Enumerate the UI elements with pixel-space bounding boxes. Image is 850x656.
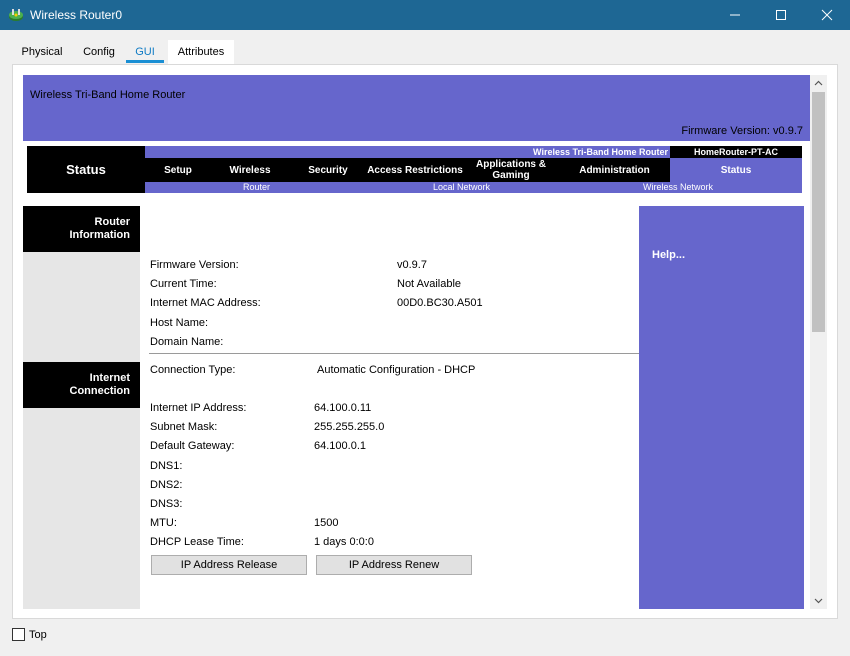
- subnet-mask-value: 255.255.255.0: [314, 421, 385, 433]
- default-gateway-value: 64.100.0.1: [314, 440, 366, 452]
- current-time-value: Not Available: [397, 278, 462, 290]
- field-label: Internet MAC Address:: [150, 297, 261, 309]
- connection-type-value: Automatic Configuration - DHCP: [317, 364, 476, 376]
- maximize-button[interactable]: [758, 0, 804, 30]
- mac-address-value: 00D0.BC30.A501: [397, 297, 483, 309]
- field-label: Subnet Mask:: [150, 421, 218, 433]
- tab-physical[interactable]: Physical: [12, 40, 72, 64]
- nav-status[interactable]: Status: [670, 158, 802, 182]
- field-label: Current Time:: [150, 278, 217, 290]
- vertical-scrollbar[interactable]: [810, 75, 827, 609]
- top-checkbox[interactable]: [12, 628, 25, 641]
- nav-security[interactable]: Security: [289, 158, 367, 182]
- close-button[interactable]: [804, 0, 850, 30]
- nav-top-strip: Wireless Tri-Band Home Router HomeRouter…: [145, 146, 802, 158]
- field-label: MTU:: [150, 517, 177, 529]
- router-model-title: Wireless Tri-Band Home Router: [30, 89, 186, 101]
- nav-access-restrictions[interactable]: Access Restrictions: [367, 158, 463, 182]
- nav-wireless[interactable]: Wireless: [211, 158, 289, 182]
- tab-attributes[interactable]: Attributes: [168, 40, 234, 64]
- dhcp-lease-value: 1 days 0:0:0: [314, 536, 374, 548]
- nav-applications-gaming[interactable]: Applications & Gaming: [463, 158, 559, 182]
- tab-config[interactable]: Config: [78, 40, 120, 64]
- field-label: Default Gateway:: [150, 440, 235, 452]
- help-panel: Help...: [639, 206, 804, 609]
- nav-model-tag: HomeRouter-PT-AC: [670, 146, 802, 158]
- router-information-heading: Router Information: [23, 206, 140, 252]
- nav-subbar: Router Local Network Wireless Network: [145, 182, 802, 193]
- router-nav: Status Wireless Tri-Band Home Router Hom…: [23, 141, 810, 201]
- subnav-local-network[interactable]: Local Network: [433, 182, 490, 193]
- help-link[interactable]: Help...: [652, 249, 685, 261]
- internet-ip-value: 64.100.0.11: [314, 402, 372, 414]
- scroll-up-icon[interactable]: [810, 75, 827, 92]
- subnav-wireless-network[interactable]: Wireless Network: [643, 182, 713, 193]
- field-label: Connection Type:: [150, 364, 236, 376]
- section-label-column: Router Information Internet Connection: [23, 206, 140, 609]
- nav-setup[interactable]: Setup: [145, 158, 211, 182]
- close-icon: [821, 9, 833, 21]
- maximize-icon: [776, 10, 786, 20]
- internet-connection-heading: Internet Connection: [23, 362, 140, 408]
- scroll-down-icon[interactable]: [810, 592, 827, 609]
- top-checkbox-label: Top: [29, 629, 47, 641]
- nav-administration[interactable]: Administration: [559, 158, 670, 182]
- nav-product-name: Wireless Tri-Band Home Router: [533, 147, 668, 157]
- field-label: Internet IP Address:: [150, 402, 247, 414]
- field-label: Host Name:: [150, 317, 209, 329]
- field-label: Firmware Version:: [150, 259, 239, 271]
- field-label: DNS2:: [150, 479, 183, 491]
- mtu-value: 1500: [314, 517, 339, 529]
- tab-gui[interactable]: GUI: [126, 40, 164, 64]
- field-label: Domain Name:: [150, 336, 224, 348]
- field-label: DHCP Lease Time:: [150, 536, 244, 548]
- field-label: DNS1:: [150, 460, 183, 472]
- router-header: Wireless Tri-Band Home Router Firmware V…: [23, 75, 810, 141]
- section-divider: [149, 353, 639, 354]
- router-icon: [8, 7, 24, 23]
- ip-address-renew-button[interactable]: IP Address Renew: [316, 555, 472, 575]
- ip-address-release-button[interactable]: IP Address Release: [151, 555, 307, 575]
- scroll-thumb[interactable]: [812, 92, 825, 332]
- field-label: DNS3:: [150, 498, 183, 510]
- minimize-button[interactable]: [712, 0, 758, 30]
- firmware-version-header: Firmware Version: v0.9.7: [681, 125, 803, 137]
- window-title: Wireless Router0: [30, 8, 123, 22]
- minimize-icon: [730, 14, 740, 16]
- nav-section-title: Status: [66, 162, 106, 177]
- title-bar: Wireless Router0: [0, 0, 850, 30]
- subnav-router[interactable]: Router: [243, 182, 270, 193]
- firmware-version-value: v0.9.7: [397, 259, 427, 271]
- router-web-page: Wireless Tri-Band Home Router Firmware V…: [23, 75, 810, 609]
